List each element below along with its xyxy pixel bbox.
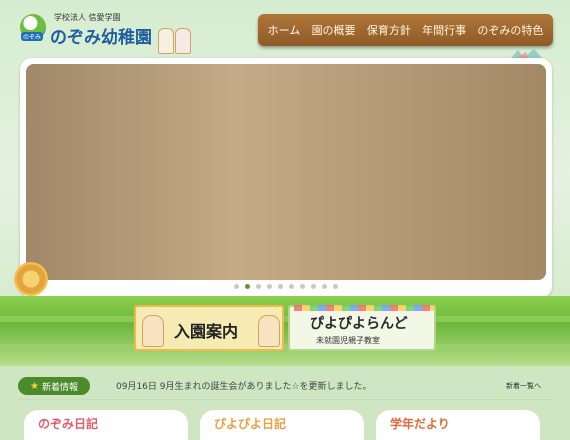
slider-dot-active[interactable] — [245, 284, 250, 289]
nav-item-overview[interactable]: 園の概要 — [312, 22, 356, 38]
grade-letter-label: 学年だより — [390, 417, 450, 431]
nav-item-events[interactable]: 年間行事 — [422, 22, 466, 38]
slider-pagination — [20, 284, 552, 292]
grade-letter-tab[interactable]: 学年だより — [376, 410, 540, 440]
star-icon: ★ — [30, 380, 39, 392]
slider-dot[interactable] — [322, 284, 327, 289]
logo-title: のぞみ幼稚園 — [50, 28, 152, 48]
hero-slider — [20, 58, 552, 298]
news-badge: ★ 新着情報 — [18, 377, 90, 395]
main-navigation: ホーム 園の概要 保育方針 年間行事 のぞみの特色 — [258, 14, 553, 46]
piyopiyo-banner-subtitle: 未就園児親子教室 — [316, 336, 380, 345]
grass-stripe — [0, 344, 570, 350]
nozomi-diary-tab[interactable]: のぞみ日記 — [24, 410, 188, 440]
slider-dot[interactable] — [267, 284, 272, 289]
hero-photo[interactable] — [26, 64, 546, 280]
news-more-link[interactable]: 新着一覧へ — [506, 381, 541, 391]
bunting-decoration-icon — [294, 305, 434, 311]
logo-emblem-text: のぞみ — [21, 32, 44, 41]
slider-dot[interactable] — [311, 284, 316, 289]
logo-emblem-icon: のぞみ — [20, 14, 46, 41]
enrollment-info-banner[interactable]: 入園案内 — [134, 305, 284, 351]
piyopiyo-land-banner[interactable]: ぴよぴよらんど 未就園児親子教室 — [288, 305, 436, 351]
mascot-girl-icon — [258, 315, 280, 347]
news-badge-label: 新着情報 — [41, 382, 78, 393]
mascot-girl-icon — [175, 28, 191, 54]
mascot-boy-icon — [158, 28, 174, 54]
mascot-boy-icon — [142, 315, 164, 347]
slider-dot[interactable] — [278, 284, 283, 289]
slider-dot[interactable] — [289, 284, 294, 289]
mascot-illustration — [158, 28, 198, 54]
site-logo[interactable]: のぞみ 学校法人 信愛学園 のぞみ幼稚園 — [18, 12, 208, 54]
grass-band — [0, 296, 570, 366]
slider-dot[interactable] — [300, 284, 305, 289]
slider-dot[interactable] — [333, 284, 338, 289]
slider-dot[interactable] — [234, 284, 239, 289]
slider-dot[interactable] — [256, 284, 261, 289]
piyopiyo-diary-label: ぴよぴよ日記 — [214, 417, 287, 431]
news-divider — [18, 399, 552, 400]
sunflower-decoration-icon — [14, 262, 48, 296]
nav-item-policy[interactable]: 保育方針 — [367, 22, 411, 38]
grass-stripe — [0, 316, 570, 322]
news-section: ★ 新着情報 09月16日 9月生まれの誕生会がありました☆を更新しました。 新… — [18, 377, 552, 400]
news-entry-link[interactable]: 09月16日 9月生まれの誕生会がありました☆を更新しました。 — [116, 379, 372, 392]
piyopiyo-banner-title: ぴよぴよらんど — [310, 316, 408, 332]
nozomi-diary-label: のぞみ日記 — [38, 417, 99, 431]
logo-subtitle: 学校法人 信愛学園 — [54, 13, 121, 22]
enrollment-banner-label: 入園案内 — [174, 322, 239, 341]
nav-item-home[interactable]: ホーム — [268, 22, 301, 38]
photo-background — [26, 64, 546, 280]
piyopiyo-diary-tab[interactable]: ぴよぴよ日記 — [200, 410, 364, 440]
nav-item-features[interactable]: のぞみの特色 — [477, 22, 543, 38]
